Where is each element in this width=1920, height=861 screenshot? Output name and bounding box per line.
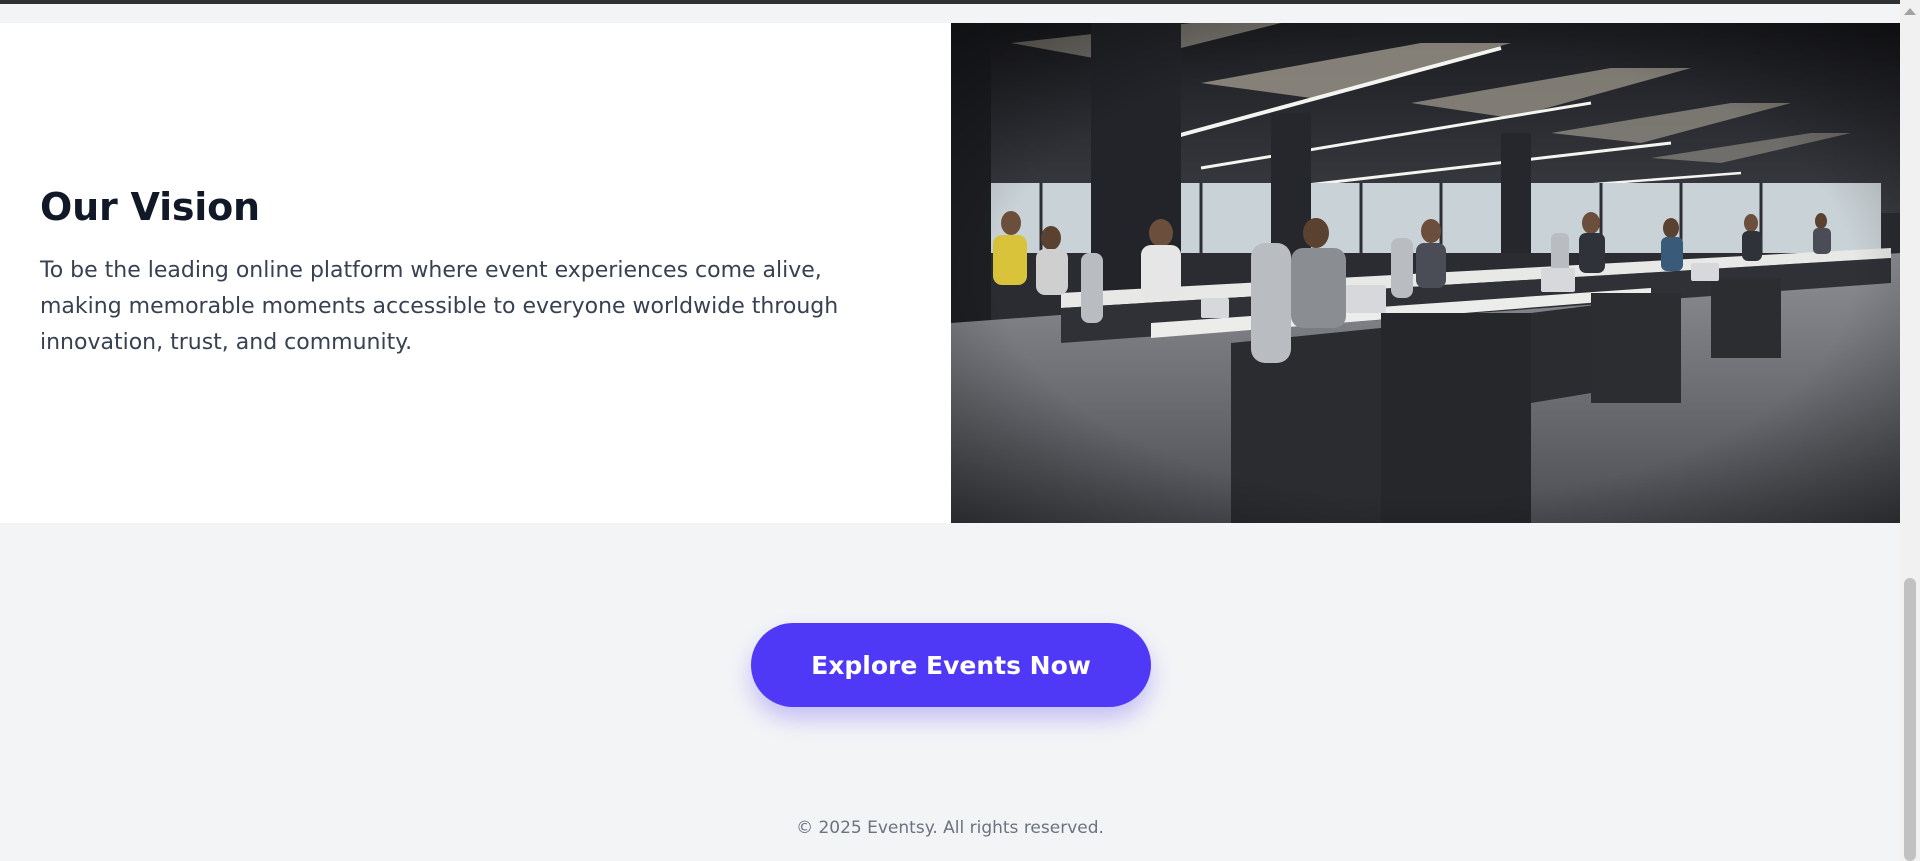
page: Our Vision To be the leading online plat… bbox=[0, 0, 1920, 861]
scrollbar-thumb[interactable] bbox=[1904, 578, 1916, 861]
office-photo bbox=[951, 23, 1900, 523]
vision-section: Our Vision To be the leading online plat… bbox=[0, 23, 1900, 523]
vision-text-block: Our Vision To be the leading online plat… bbox=[0, 23, 951, 523]
vertical-scrollbar[interactable] bbox=[1900, 0, 1920, 861]
vision-image bbox=[951, 23, 1900, 523]
vision-description: To be the leading online platform where … bbox=[40, 258, 839, 355]
explore-events-button[interactable]: Explore Events Now bbox=[751, 623, 1151, 707]
vision-title: Our Vision bbox=[40, 185, 260, 229]
scroll-up-arrow-icon[interactable] bbox=[1900, 4, 1920, 18]
previous-section-edge bbox=[0, 4, 1900, 23]
footer-copyright: © 2025 Eventsy. All rights reserved. bbox=[796, 818, 1104, 838]
